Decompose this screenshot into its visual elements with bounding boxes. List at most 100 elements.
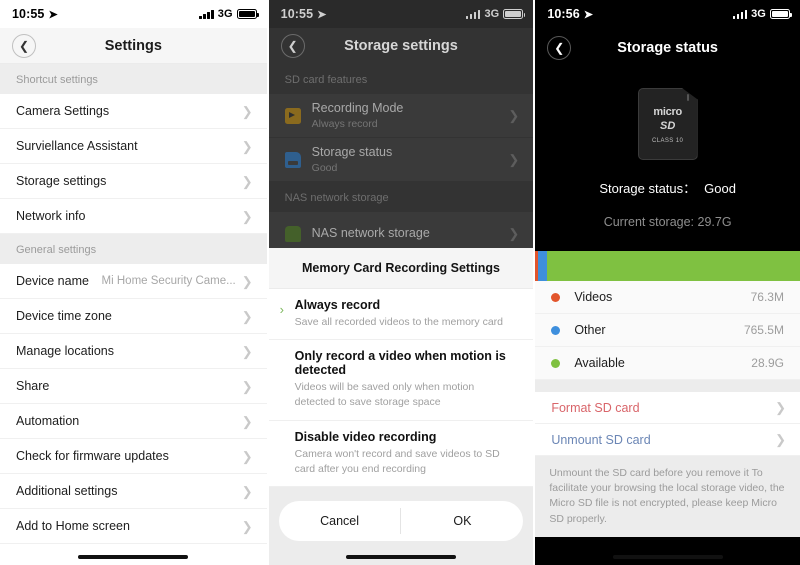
chevron-right-icon: ❯ xyxy=(775,400,786,415)
back-button[interactable]: ❮ xyxy=(12,33,36,58)
section-header-general: General settings xyxy=(0,234,267,264)
sidebar-item-storage-settings[interactable]: Storage settings ❯ xyxy=(0,164,267,199)
unmount-sd-card-button[interactable]: Unmount SD card ❯ xyxy=(535,424,800,456)
chevron-right-icon: ❯ xyxy=(241,273,253,289)
sidebar-item-camera-settings[interactable]: Camera Settings ❯ xyxy=(0,94,267,129)
legend-dot-videos xyxy=(551,292,561,302)
sd-card-sd-label: SD xyxy=(660,120,676,132)
micro-sd-card-illustration: micro SD CLASS 10 xyxy=(535,68,800,166)
sidebar-item-manage-locations[interactable]: Manage locations ❯ xyxy=(0,334,267,369)
location-arrow-icon: ➤ xyxy=(317,8,327,21)
storage-status-label: Storage status： xyxy=(599,181,697,196)
settings-list: Shortcut settings Camera Settings ❯ Surv… xyxy=(0,64,267,544)
list-item-storage-status[interactable]: Storage status Good ❯ xyxy=(268,138,534,182)
option-motion-detected[interactable]: Only record a video when motion is detec… xyxy=(268,340,534,421)
row-label: Share xyxy=(16,379,50,393)
sidebar-item-surveillance-assistant[interactable]: Surviellance Assistant ❯ xyxy=(0,129,267,164)
panel-storage-status: 10:56 ➤ 3G ❮ Storage status micro SD CLA… xyxy=(533,0,800,565)
sd-card-micro-label: micro xyxy=(653,106,682,118)
chevron-right-icon: ❯ xyxy=(241,138,253,154)
row-title: NAS network storage xyxy=(311,225,430,240)
chevron-right-icon: ❯ xyxy=(241,173,253,189)
option-always-record[interactable]: Always record Save all recorded videos t… xyxy=(268,288,534,341)
row-text: Recording Mode Always record xyxy=(312,101,498,131)
sd-card-art: micro SD CLASS 10 xyxy=(637,88,698,160)
status-bar-left: 10:55 ➤ xyxy=(281,7,327,21)
status-bar: 10:55 ➤ 3G xyxy=(0,0,267,28)
page-title: Storage settings xyxy=(344,38,458,54)
sidebar-item-device-time-zone[interactable]: Device time zone ❯ xyxy=(0,299,267,334)
sidebar-item-additional-settings[interactable]: Additional settings ❯ xyxy=(0,474,267,509)
signal-bars-icon xyxy=(199,9,214,19)
row-label: Additional settings xyxy=(16,484,118,498)
section-header-nas-network-storage: NAS network storage xyxy=(268,182,534,212)
row-subtitle: Good xyxy=(311,162,338,175)
row-label: Storage settings xyxy=(16,174,107,188)
row-label: Device name xyxy=(16,274,89,288)
option-title: Always record xyxy=(294,297,381,312)
list-item-recording-mode[interactable]: Recording Mode Always record ❯ xyxy=(268,94,534,138)
chevron-right-icon: ❯ xyxy=(241,343,253,359)
legend-row-other: Other 765.5M xyxy=(535,314,800,347)
storage-status-line: Storage status： Good xyxy=(535,178,800,197)
battery-icon xyxy=(769,9,792,19)
sidebar-item-add-to-home-screen[interactable]: Add to Home screen ❯ xyxy=(0,509,267,544)
legend-row-videos: Videos 76.3M xyxy=(535,281,800,314)
location-arrow-icon: ➤ xyxy=(48,8,58,21)
legend-value: 765.5M xyxy=(743,323,784,337)
chevron-right-icon: ❯ xyxy=(508,152,520,167)
row-text: Storage status Good xyxy=(312,145,498,175)
sidebar-item-network-info[interactable]: Network info ❯ xyxy=(0,199,267,234)
panel-settings: 10:55 ➤ 3G ❮ Settings Shortcut settings … xyxy=(0,0,267,565)
home-indicator xyxy=(612,555,723,559)
sidebar-item-check-firmware-updates[interactable]: Check for firmware updates ❯ xyxy=(0,439,267,474)
sd-card-notch xyxy=(686,94,689,101)
row-label: Surviellance Assistant xyxy=(16,139,138,153)
sidebar-item-device-name[interactable]: Device name Mi Home Security Came... ❯ xyxy=(0,264,267,299)
cancel-button[interactable]: Cancel xyxy=(279,501,401,541)
three-screenshot-strip: 10:55 ➤ 3G ❮ Settings Shortcut settings … xyxy=(0,0,800,565)
home-indicator xyxy=(345,555,456,559)
signal-bars-icon xyxy=(732,9,748,19)
legend-dot-available xyxy=(551,358,561,368)
storage-usage-bar xyxy=(535,251,800,281)
back-button[interactable]: ❮ xyxy=(280,34,305,58)
option-description: Camera won't record and save videos to S… xyxy=(294,447,500,475)
row-title: Recording Mode xyxy=(311,100,404,115)
ok-button[interactable]: OK xyxy=(401,501,523,541)
usage-segment-other xyxy=(538,251,548,281)
row-text: NAS network storage xyxy=(312,226,498,242)
option-disable-recording[interactable]: Disable video recording Camera won't rec… xyxy=(268,420,534,487)
row-title: Storage status xyxy=(311,144,393,159)
signal-bars-icon xyxy=(465,9,481,19)
row-label: Manage locations xyxy=(16,344,114,358)
row-label: Automation xyxy=(16,414,80,428)
legend-row-available: Available 28.9G xyxy=(535,347,800,380)
chevron-left-icon: ❮ xyxy=(287,39,298,53)
chevron-right-icon: ❯ xyxy=(775,432,786,447)
network-type-label: 3G xyxy=(217,8,233,20)
legend-actions-divider xyxy=(535,380,800,392)
legend-value: 76.3M xyxy=(750,290,784,304)
nav-bar: ❮ Storage status xyxy=(535,28,800,68)
usage-segment-available xyxy=(547,251,800,281)
sd-card-class-label: CLASS 10 xyxy=(652,138,684,144)
sidebar-item-share[interactable]: Share ❯ xyxy=(0,369,267,404)
back-button[interactable]: ❮ xyxy=(547,36,572,60)
row-label: Add to Home screen xyxy=(16,519,130,533)
status-bar-left: 10:55 ➤ xyxy=(12,7,58,21)
section-header-sd-card-features: SD card features xyxy=(268,64,534,94)
sidebar-item-automation[interactable]: Automation ❯ xyxy=(0,404,267,439)
page-title: Storage status xyxy=(617,40,718,56)
chevron-right-icon: ❯ xyxy=(241,413,253,429)
network-type-label: 3G xyxy=(484,8,500,20)
format-sd-card-button[interactable]: Format SD card ❯ xyxy=(535,392,800,424)
chevron-right-icon: ❯ xyxy=(241,103,253,119)
row-label: Camera Settings xyxy=(16,104,110,118)
row-label: Check for firmware updates xyxy=(16,449,169,463)
storage-status-value: Good xyxy=(704,181,736,196)
chevron-left-icon: ❮ xyxy=(554,41,565,55)
row-subtitle: Always record xyxy=(311,118,378,131)
panel-storage-settings: 10:55 ➤ 3G ❮ Storage settings SD card fe… xyxy=(266,0,534,565)
status-bar-right: 3G xyxy=(732,8,792,20)
